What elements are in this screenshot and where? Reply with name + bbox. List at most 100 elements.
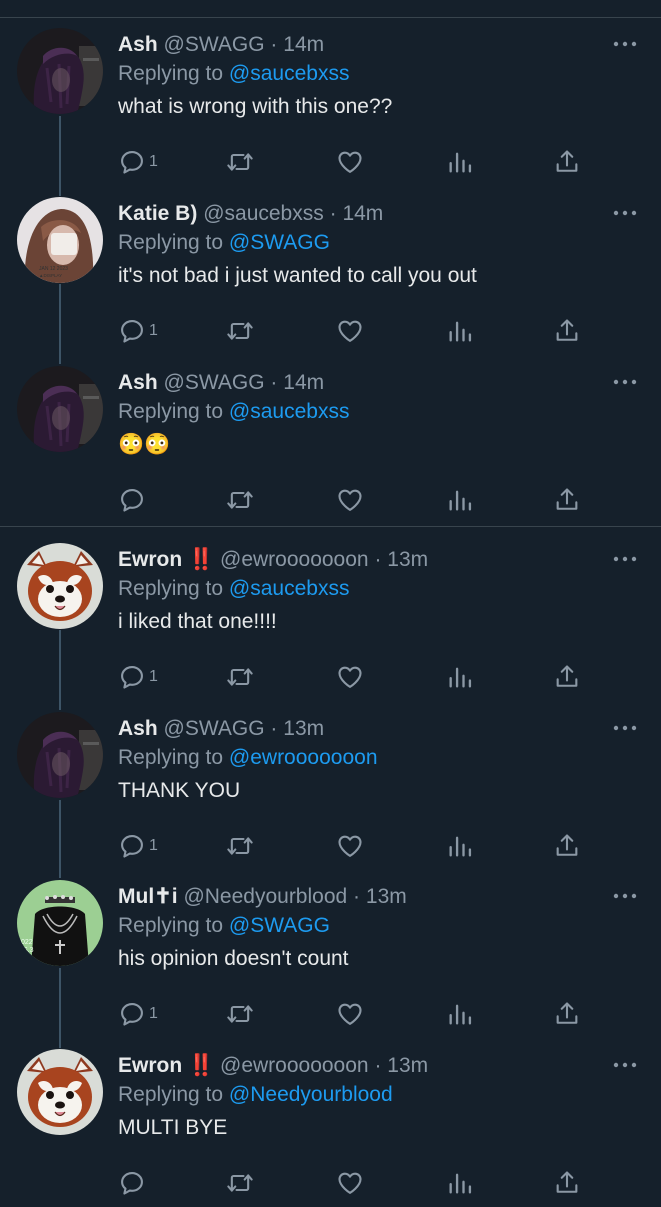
share-button[interactable] <box>553 661 581 693</box>
timestamp[interactable]: 14m <box>342 202 383 225</box>
avatar[interactable]: JAN 12 2023 ▲DISPLAY <box>17 197 103 283</box>
user-handle[interactable]: @SWAGG <box>164 371 265 394</box>
user-handle[interactable]: @ewrooooooon <box>220 1054 369 1077</box>
avatar[interactable] <box>17 712 103 798</box>
avatar[interactable] <box>17 543 103 629</box>
mention-link[interactable]: @Needyourblood <box>229 1083 393 1106</box>
tweet[interactable]: 022 S.3 Mul✝i @Needyourblood · 13m Reply… <box>0 870 661 1038</box>
reply-button[interactable]: 1 <box>118 830 158 862</box>
reply-button[interactable]: 1 <box>118 146 158 178</box>
mention-link[interactable]: @saucebxss <box>229 400 350 423</box>
avatar[interactable]: 022 S.3 <box>17 880 103 966</box>
retweet-button[interactable] <box>226 998 254 1030</box>
display-name[interactable]: Ewron ‼️ <box>118 548 214 571</box>
more-options-icon[interactable] <box>613 40 637 48</box>
reply-button[interactable]: 1 <box>118 315 158 347</box>
analytics-button[interactable] <box>446 661 474 693</box>
more-options-icon[interactable] <box>613 724 637 732</box>
share-button[interactable] <box>553 830 581 862</box>
reply-button[interactable]: 1 <box>118 998 158 1030</box>
display-name[interactable]: Katie B) <box>118 202 197 225</box>
share-button[interactable] <box>553 1167 581 1199</box>
analytics-button[interactable] <box>446 1167 474 1199</box>
avatar[interactable] <box>17 28 103 114</box>
tweet-header: Ash @SWAGG · 14m <box>118 32 601 58</box>
like-button[interactable] <box>336 998 364 1030</box>
tweet[interactable]: Ewron ‼️ @ewrooooooon · 13m Replying to … <box>0 533 661 701</box>
user-handle[interactable]: @Needyourblood <box>183 885 347 908</box>
share-icon <box>556 319 578 341</box>
timestamp[interactable]: 13m <box>387 548 428 571</box>
retweet-button[interactable] <box>226 484 254 516</box>
share-button[interactable] <box>553 146 581 178</box>
tweet-text: MULTI BYE <box>118 1116 228 1139</box>
analytics-button[interactable] <box>446 315 474 347</box>
tweet[interactable]: JAN 12 2023 ▲DISPLAY Katie B) @saucebxss… <box>0 187 661 355</box>
more-options-icon[interactable] <box>613 892 637 900</box>
user-handle[interactable]: @SWAGG <box>164 717 265 740</box>
mention-link[interactable]: @SWAGG <box>229 231 330 254</box>
retweet-button[interactable] <box>226 146 254 178</box>
timestamp[interactable]: 13m <box>387 1054 428 1077</box>
tweet-header: Katie B) @saucebxss · 14m <box>118 201 601 227</box>
retweet-button[interactable] <box>226 830 254 862</box>
share-button[interactable] <box>553 998 581 1030</box>
reply-button[interactable]: 1 <box>118 661 158 693</box>
timestamp[interactable]: 14m <box>283 33 324 56</box>
more-options-icon[interactable] <box>613 378 637 386</box>
share-button[interactable] <box>553 315 581 347</box>
display-name[interactable]: Ash <box>118 717 158 740</box>
display-name[interactable]: Mul✝i <box>118 885 178 908</box>
replying-to: Replying to @SWAGG <box>118 230 601 256</box>
retweet-button[interactable] <box>226 661 254 693</box>
timestamp[interactable]: 13m <box>366 885 407 908</box>
analytics-button[interactable] <box>446 830 474 862</box>
svg-text:S.3: S.3 <box>23 947 34 954</box>
tweet[interactable]: Ewron ‼️ @ewrooooooon · 13m Replying to … <box>0 1039 661 1207</box>
like-button[interactable] <box>336 1167 364 1199</box>
tweet-content: Ash @SWAGG · 13m Replying to @ewrooooooo… <box>118 716 601 804</box>
display-name[interactable]: Ash <box>118 33 158 56</box>
display-name[interactable]: Ash <box>118 371 158 394</box>
mention-link[interactable]: @saucebxss <box>229 577 350 600</box>
tweet-text: his opinion doesn't count <box>118 947 349 970</box>
mention-link[interactable]: @saucebxss <box>229 62 350 85</box>
retweet-button[interactable] <box>226 315 254 347</box>
like-button[interactable] <box>336 661 364 693</box>
action-bar: 1 <box>118 315 588 347</box>
action-bar: 1 <box>118 830 588 862</box>
retweet-button[interactable] <box>226 1167 254 1199</box>
reply-icon <box>121 320 143 343</box>
heart-icon <box>338 320 362 342</box>
more-options-icon[interactable] <box>613 209 637 217</box>
analytics-button[interactable] <box>446 998 474 1030</box>
mention-link[interactable]: @ewrooooooon <box>229 746 378 769</box>
more-options-icon[interactable] <box>613 1061 637 1069</box>
share-button[interactable] <box>553 484 581 516</box>
tweet[interactable]: Ash @SWAGG · 14m Replying to @saucebxss … <box>0 356 661 524</box>
replying-to-label: Replying to <box>118 577 224 600</box>
avatar[interactable] <box>17 1049 103 1135</box>
user-handle[interactable]: @SWAGG <box>164 33 265 56</box>
like-button[interactable] <box>336 146 364 178</box>
mention-link[interactable]: @SWAGG <box>229 914 330 937</box>
timestamp[interactable]: 13m <box>283 717 324 740</box>
like-button[interactable] <box>336 484 364 516</box>
reply-button[interactable] <box>118 1167 149 1199</box>
timestamp[interactable]: 14m <box>283 371 324 394</box>
user-handle[interactable]: @ewrooooooon <box>220 548 369 571</box>
analytics-button[interactable] <box>446 146 474 178</box>
tweet[interactable]: Ash @SWAGG · 14m Replying to @saucebxss … <box>0 18 661 186</box>
user-handle[interactable]: @saucebxss <box>203 202 324 225</box>
retweet-icon <box>227 1174 253 1192</box>
action-bar <box>118 1167 588 1199</box>
like-button[interactable] <box>336 830 364 862</box>
separator-dot: · <box>374 1054 382 1077</box>
avatar[interactable] <box>17 366 103 452</box>
tweet[interactable]: Ash @SWAGG · 13m Replying to @ewrooooooo… <box>0 702 661 870</box>
analytics-button[interactable] <box>446 484 474 516</box>
more-options-icon[interactable] <box>613 555 637 563</box>
reply-button[interactable] <box>118 484 149 516</box>
like-button[interactable] <box>336 315 364 347</box>
display-name[interactable]: Ewron ‼️ <box>118 1054 214 1077</box>
